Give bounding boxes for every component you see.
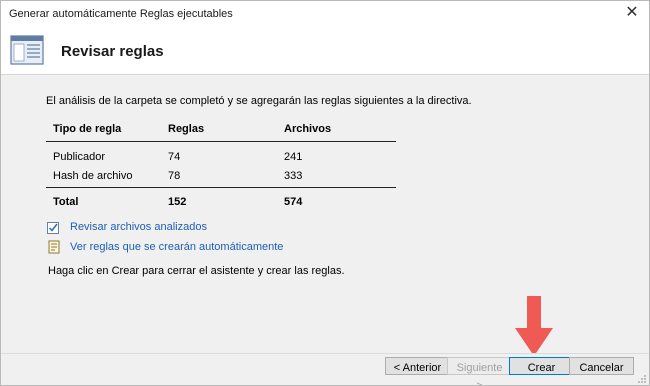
column-header-rules: Reglas (168, 123, 205, 135)
table-divider-top (46, 141, 396, 142)
rules-window-icon (10, 35, 44, 65)
title-bar: Generar automáticamente Reglas ejecutabl… (1, 1, 649, 28)
total-rules: 152 (168, 196, 187, 208)
rules-count-cell: 78 (168, 170, 181, 182)
table-row: Publicador 74 241 (46, 151, 396, 167)
rules-count-cell: 74 (168, 151, 181, 163)
files-count-cell: 241 (284, 151, 303, 163)
wizard-header: Revisar reglas (1, 28, 649, 75)
intro-text: El análisis de la carpeta se completó y … (46, 95, 472, 107)
rule-type-cell: Hash de archivo (53, 170, 133, 182)
arrow-down-icon (515, 296, 553, 356)
resize-grip-icon[interactable] (637, 374, 647, 384)
wizard-content: El análisis de la carpeta se completó y … (1, 75, 649, 356)
close-icon[interactable]: ✕ (623, 4, 641, 22)
checkbox-list-icon (47, 222, 59, 234)
page-title: Revisar reglas (61, 43, 164, 60)
cancel-button[interactable]: Cancelar (569, 357, 634, 375)
button-bar: < Anterior Siguiente > Crear Cancelar (1, 353, 649, 385)
table-row: Hash de archivo 78 333 (46, 170, 396, 186)
create-button[interactable]: Crear (509, 357, 574, 375)
back-button[interactable]: < Anterior (385, 357, 450, 375)
column-header-type: Tipo de regla (53, 123, 122, 135)
rule-type-cell: Publicador (53, 151, 105, 163)
total-files: 574 (284, 196, 303, 208)
window-title: Generar automáticamente Reglas ejecutabl… (9, 8, 233, 20)
table-header-row: Tipo de regla Reglas Archivos (46, 123, 396, 139)
table-total-row: Total 152 574 (46, 196, 396, 212)
files-count-cell: 333 (284, 170, 303, 182)
next-button[interactable]: Siguiente > (447, 357, 512, 385)
instruction-text: Haga clic en Crear para cerrar el asiste… (48, 265, 345, 277)
review-files-label[interactable]: Revisar archivos analizados (70, 221, 207, 233)
document-rules-icon (48, 240, 60, 254)
column-header-files: Archivos (284, 123, 332, 135)
table-divider-bottom (46, 187, 396, 188)
total-label: Total (53, 196, 79, 208)
wizard-window: Generar automáticamente Reglas ejecutabl… (0, 0, 650, 386)
view-rules-label[interactable]: Ver reglas que se crearán automáticament… (70, 241, 283, 253)
